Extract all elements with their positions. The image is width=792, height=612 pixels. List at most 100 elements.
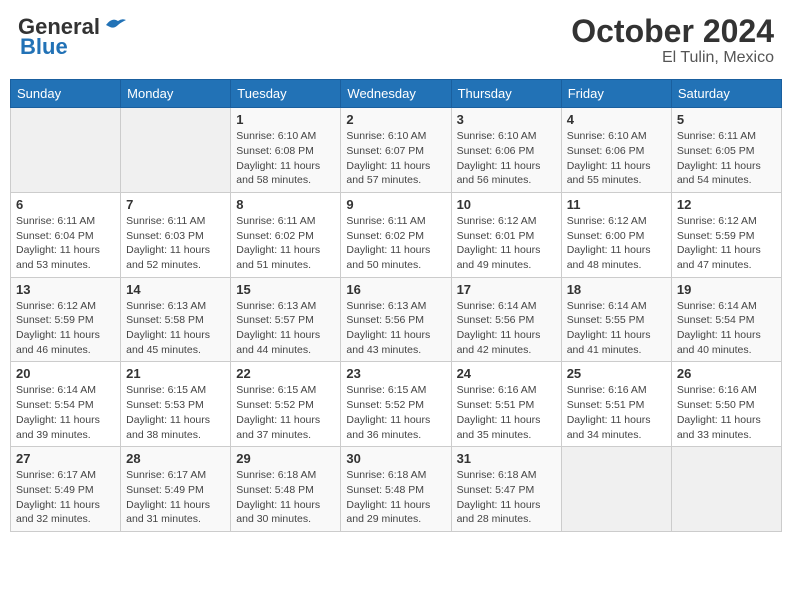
calendar-cell: 17 Sunrise: 6:14 AMSunset: 5:56 PMDayligh… xyxy=(451,277,561,362)
day-detail: Sunrise: 6:12 AMSunset: 5:59 PMDaylight:… xyxy=(677,214,776,273)
day-detail: Sunrise: 6:12 AMSunset: 6:00 PMDaylight:… xyxy=(567,214,666,273)
day-number: 20 xyxy=(16,366,115,381)
calendar-week-row: 1 Sunrise: 6:10 AMSunset: 6:08 PMDaylight… xyxy=(11,108,782,193)
day-number: 3 xyxy=(457,112,556,127)
calendar-cell: 24 Sunrise: 6:16 AMSunset: 5:51 PMDayligh… xyxy=(451,362,561,447)
day-detail: Sunrise: 6:10 AMSunset: 6:08 PMDaylight:… xyxy=(236,129,335,188)
weekday-header-monday: Monday xyxy=(121,80,231,108)
logo-blue: Blue xyxy=(20,34,68,60)
day-number: 8 xyxy=(236,197,335,212)
calendar-cell xyxy=(561,447,671,532)
calendar-cell: 22Sunrise: 6:15 AMSunset: 5:52 PMDayligh… xyxy=(231,362,341,447)
calendar-cell: 11 Sunrise: 6:12 AMSunset: 6:00 PMDayligh… xyxy=(561,192,671,277)
day-detail: Sunrise: 6:11 AMSunset: 6:05 PMDaylight:… xyxy=(677,129,776,188)
title-block: October 2024 El Tulin, Mexico xyxy=(571,14,774,67)
logo-bird-icon xyxy=(104,17,126,33)
day-number: 24 xyxy=(457,366,556,381)
calendar-cell xyxy=(121,108,231,193)
day-detail: Sunrise: 6:15 AMSunset: 5:52 PMDaylight:… xyxy=(236,383,335,442)
day-detail: Sunrise: 6:14 AMSunset: 5:55 PMDaylight:… xyxy=(567,299,666,358)
day-detail: Sunrise: 6:12 AMSunset: 5:59 PMDaylight:… xyxy=(16,299,115,358)
calendar-cell: 20Sunrise: 6:14 AMSunset: 5:54 PMDayligh… xyxy=(11,362,121,447)
day-number: 31 xyxy=(457,451,556,466)
calendar-week-row: 13 Sunrise: 6:12 AMSunset: 5:59 PMDayligh… xyxy=(11,277,782,362)
day-detail: Sunrise: 6:10 AMSunset: 6:06 PMDaylight:… xyxy=(457,129,556,188)
calendar-cell: 10 Sunrise: 6:12 AMSunset: 6:01 PMDayligh… xyxy=(451,192,561,277)
location-subtitle: El Tulin, Mexico xyxy=(571,49,774,67)
calendar-cell: 4 Sunrise: 6:10 AMSunset: 6:06 PMDaylight… xyxy=(561,108,671,193)
calendar-cell: 14 Sunrise: 6:13 AMSunset: 5:58 PMDayligh… xyxy=(121,277,231,362)
weekday-header-row: SundayMondayTuesdayWednesdayThursdayFrid… xyxy=(11,80,782,108)
day-number: 12 xyxy=(677,197,776,212)
calendar-week-row: 6 Sunrise: 6:11 AMSunset: 6:04 PMDaylight… xyxy=(11,192,782,277)
day-detail: Sunrise: 6:13 AMSunset: 5:57 PMDaylight:… xyxy=(236,299,335,358)
day-number: 19 xyxy=(677,282,776,297)
day-detail: Sunrise: 6:10 AMSunset: 6:06 PMDaylight:… xyxy=(567,129,666,188)
weekday-header-wednesday: Wednesday xyxy=(341,80,451,108)
day-detail: Sunrise: 6:16 AMSunset: 5:50 PMDaylight:… xyxy=(677,383,776,442)
day-detail: Sunrise: 6:11 AMSunset: 6:02 PMDaylight:… xyxy=(346,214,445,273)
calendar-cell: 26 Sunrise: 6:16 AMSunset: 5:50 PMDayligh… xyxy=(671,362,781,447)
day-number: 9 xyxy=(346,197,445,212)
day-detail: Sunrise: 6:16 AMSunset: 5:51 PMDaylight:… xyxy=(457,383,556,442)
calendar-cell xyxy=(11,108,121,193)
day-number: 2 xyxy=(346,112,445,127)
day-detail: Sunrise: 6:13 AMSunset: 5:56 PMDaylight:… xyxy=(346,299,445,358)
day-number: 4 xyxy=(567,112,666,127)
calendar-cell: 18Sunrise: 6:14 AMSunset: 5:55 PMDayligh… xyxy=(561,277,671,362)
calendar-cell: 13 Sunrise: 6:12 AMSunset: 5:59 PMDayligh… xyxy=(11,277,121,362)
day-number: 10 xyxy=(457,197,556,212)
day-number: 7 xyxy=(126,197,225,212)
weekday-header-friday: Friday xyxy=(561,80,671,108)
weekday-header-saturday: Saturday xyxy=(671,80,781,108)
day-number: 23 xyxy=(346,366,445,381)
calendar-table: SundayMondayTuesdayWednesdayThursdayFrid… xyxy=(10,79,782,532)
calendar-cell: 27Sunrise: 6:17 AMSunset: 5:49 PMDayligh… xyxy=(11,447,121,532)
day-number: 5 xyxy=(677,112,776,127)
day-detail: Sunrise: 6:17 AMSunset: 5:49 PMDaylight:… xyxy=(16,468,115,527)
day-number: 30 xyxy=(346,451,445,466)
day-number: 28 xyxy=(126,451,225,466)
calendar-cell: 16 Sunrise: 6:13 AMSunset: 5:56 PMDayligh… xyxy=(341,277,451,362)
calendar-cell: 25Sunrise: 6:16 AMSunset: 5:51 PMDayligh… xyxy=(561,362,671,447)
day-number: 13 xyxy=(16,282,115,297)
day-number: 15 xyxy=(236,282,335,297)
calendar-cell: 2Sunrise: 6:10 AMSunset: 6:07 PMDaylight… xyxy=(341,108,451,193)
day-detail: Sunrise: 6:14 AMSunset: 5:56 PMDaylight:… xyxy=(457,299,556,358)
calendar-cell: 30 Sunrise: 6:18 AMSunset: 5:48 PMDayligh… xyxy=(341,447,451,532)
calendar-week-row: 27Sunrise: 6:17 AMSunset: 5:49 PMDayligh… xyxy=(11,447,782,532)
calendar-cell: 3 Sunrise: 6:10 AMSunset: 6:06 PMDaylight… xyxy=(451,108,561,193)
day-number: 11 xyxy=(567,197,666,212)
calendar-cell: 23Sunrise: 6:15 AMSunset: 5:52 PMDayligh… xyxy=(341,362,451,447)
calendar-week-row: 20Sunrise: 6:14 AMSunset: 5:54 PMDayligh… xyxy=(11,362,782,447)
calendar-cell: 21Sunrise: 6:15 AMSunset: 5:53 PMDayligh… xyxy=(121,362,231,447)
day-detail: Sunrise: 6:18 AMSunset: 5:47 PMDaylight:… xyxy=(457,468,556,527)
day-detail: Sunrise: 6:14 AMSunset: 5:54 PMDaylight:… xyxy=(677,299,776,358)
day-number: 26 xyxy=(677,366,776,381)
day-number: 14 xyxy=(126,282,225,297)
day-detail: Sunrise: 6:18 AMSunset: 5:48 PMDaylight:… xyxy=(346,468,445,527)
day-detail: Sunrise: 6:16 AMSunset: 5:51 PMDaylight:… xyxy=(567,383,666,442)
day-detail: Sunrise: 6:15 AMSunset: 5:53 PMDaylight:… xyxy=(126,383,225,442)
day-number: 16 xyxy=(346,282,445,297)
day-number: 6 xyxy=(16,197,115,212)
calendar-cell: 31 Sunrise: 6:18 AMSunset: 5:47 PMDayligh… xyxy=(451,447,561,532)
calendar-cell: 19 Sunrise: 6:14 AMSunset: 5:54 PMDayligh… xyxy=(671,277,781,362)
day-number: 29 xyxy=(236,451,335,466)
day-detail: Sunrise: 6:12 AMSunset: 6:01 PMDaylight:… xyxy=(457,214,556,273)
logo: General Blue xyxy=(18,14,126,60)
page-header: General Blue October 2024 El Tulin, Mexi… xyxy=(10,10,782,71)
day-number: 17 xyxy=(457,282,556,297)
month-title: October 2024 xyxy=(571,14,774,49)
calendar-cell xyxy=(671,447,781,532)
calendar-cell: 6 Sunrise: 6:11 AMSunset: 6:04 PMDaylight… xyxy=(11,192,121,277)
calendar-cell: 28 Sunrise: 6:17 AMSunset: 5:49 PMDayligh… xyxy=(121,447,231,532)
day-detail: Sunrise: 6:17 AMSunset: 5:49 PMDaylight:… xyxy=(126,468,225,527)
day-number: 1 xyxy=(236,112,335,127)
day-detail: Sunrise: 6:11 AMSunset: 6:04 PMDaylight:… xyxy=(16,214,115,273)
calendar-cell: 1 Sunrise: 6:10 AMSunset: 6:08 PMDaylight… xyxy=(231,108,341,193)
calendar-cell: 15 Sunrise: 6:13 AMSunset: 5:57 PMDayligh… xyxy=(231,277,341,362)
calendar-cell: 12 Sunrise: 6:12 AMSunset: 5:59 PMDayligh… xyxy=(671,192,781,277)
weekday-header-tuesday: Tuesday xyxy=(231,80,341,108)
day-detail: Sunrise: 6:13 AMSunset: 5:58 PMDaylight:… xyxy=(126,299,225,358)
